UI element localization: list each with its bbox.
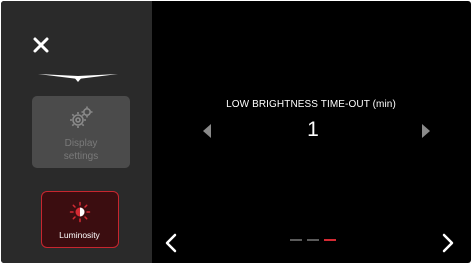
sidebar: Display settings Luminosity — [1, 1, 152, 263]
setting-value: 1 — [307, 118, 319, 141]
page-indicator — [290, 239, 338, 241]
decrease-arrow-icon[interactable] — [203, 124, 211, 138]
luminosity-label: Luminosity — [59, 230, 100, 240]
luminosity-button[interactable]: Luminosity — [41, 191, 119, 248]
logo-divider-icon — [38, 74, 118, 82]
display-settings-button[interactable]: Display settings — [32, 96, 130, 168]
display-settings-label: Display settings — [63, 138, 99, 162]
page-dot — [307, 239, 319, 241]
brightness-icon — [69, 201, 91, 223]
page-dot — [324, 239, 336, 241]
gear-icon — [70, 106, 93, 128]
increase-arrow-icon[interactable] — [422, 124, 430, 138]
setting-title: LOW BRIGHTNESS TIME-OUT (min) — [226, 99, 396, 110]
screen: Display settings Luminosity LOW BRIGHTNE… — [1, 1, 471, 263]
close-icon[interactable] — [31, 35, 51, 55]
page-dot — [290, 239, 302, 241]
chevron-right-icon[interactable] — [442, 233, 454, 253]
chevron-left-icon[interactable] — [165, 233, 177, 253]
